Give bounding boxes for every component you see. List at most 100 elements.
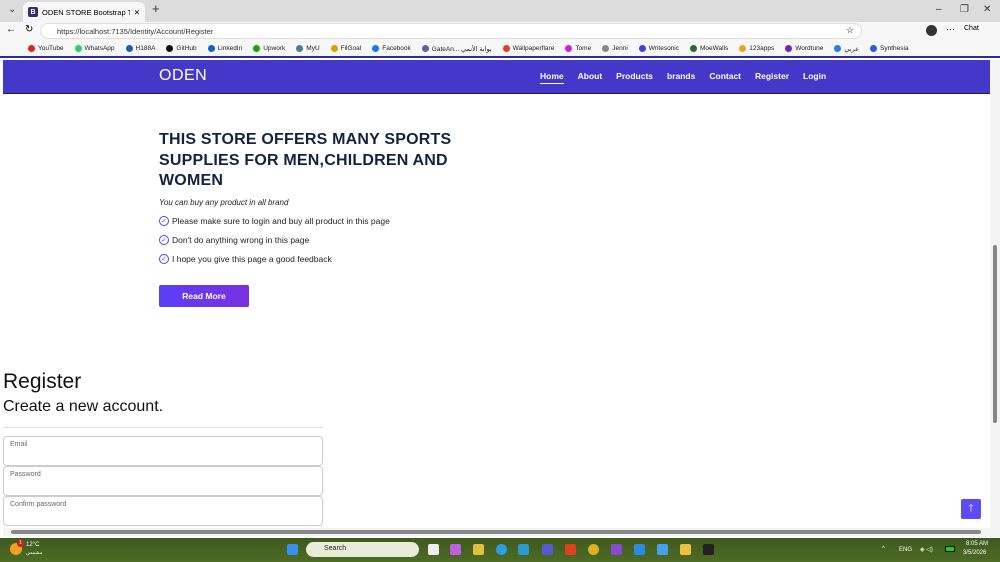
bookmark-icon [253,44,261,52]
phone-link-icon[interactable] [657,544,668,555]
bookmark-item[interactable]: Wordtune [785,44,824,53]
close-tab-icon[interactable]: ✕ [134,8,140,17]
back-to-top-button[interactable]: 🡑 [961,499,981,519]
file-explorer-icon[interactable] [680,544,691,555]
password-field[interactable]: Password [3,466,323,496]
check-circle-icon: ✓ [159,253,169,264]
copilot-icon[interactable] [450,544,461,555]
app-icon[interactable] [473,544,484,555]
language-indicator[interactable]: ENG [899,547,912,553]
bookmark-item[interactable]: WhatsApp [74,44,115,52]
chrome-icon[interactable] [588,544,599,555]
vscode-icon[interactable] [634,544,645,555]
register-title: Register [3,370,82,393]
email-field[interactable]: Email [3,436,323,466]
bookmark-label: LinkedIn [217,45,243,53]
weather-temp: 12°C [26,542,40,548]
bookmark-label: Wordtune [795,45,824,53]
read-more-button[interactable]: Read More [159,285,249,307]
profile-avatar[interactable] [926,25,937,36]
bookmark-label: Jenni [612,45,628,53]
bookmark-item[interactable]: GateAn... بوابة الأنمي [421,45,492,53]
browser-tab[interactable]: B ODEN STORE Bootstrap Template ✕ [23,2,145,22]
refresh-icon[interactable]: ↻ [25,24,33,35]
chat-button[interactable]: Chat [964,25,979,32]
bookmark-label: Synthesia [880,45,909,53]
nav-item-products[interactable]: Products [616,71,653,84]
hero-title: THIS STORE OFFERS MANY SPORTS SUPPLIES F… [159,131,452,189]
bookmark-item[interactable]: Jenni [602,44,628,53]
task-view-icon[interactable] [428,544,439,555]
edge-icon[interactable] [518,544,529,555]
bookmark-icon [690,44,697,52]
bookmark-item[interactable]: FilGoal [330,44,361,52]
clock-date[interactable]: 3/5/2026 [963,550,986,556]
bookmark-item[interactable]: GitHub [166,44,197,53]
bookmark-icon [602,44,610,52]
bookmark-label: YouTube [38,45,64,53]
back-icon[interactable]: ← [6,24,16,35]
nav-item-register[interactable]: Register [755,71,789,84]
bookmark-label: Wallpaperflare [512,45,555,53]
nav-item-home[interactable]: Home [540,71,564,84]
bookmark-item[interactable]: MoeWalls [690,44,728,52]
bookmark-icon [28,44,35,52]
new-tab-button[interactable]: + [152,1,160,16]
bookmark-item[interactable]: Tome [565,44,591,52]
confirm-password-field[interactable]: Confirm password [3,496,323,526]
bookmark-item[interactable]: MyU [296,44,320,52]
bookmark-label: GateAn... بوابة الأنمي [431,45,492,53]
restore-button[interactable]: ❐ [960,4,969,15]
url-input[interactable]: https://localhost:7135/Identity/Account/… [40,23,862,39]
horizontal-scrollbar[interactable] [3,528,990,536]
bookmark-item[interactable]: Upwork [253,44,285,52]
feature-text: I hope you give this page a good feedbac… [172,253,332,264]
horizontal-scroll-thumb[interactable] [11,530,981,534]
battery-icon[interactable] [945,546,955,552]
bookmark-label: GitHub [176,45,197,53]
clock-time[interactable]: 8:05 AM [966,541,988,547]
bookmark-icon [638,44,646,52]
bookmark-item[interactable]: عربي [834,45,859,53]
more-icon[interactable]: ⋯ [946,24,955,35]
tray-chevron-icon[interactable]: ^ [882,546,885,552]
bookmark-item[interactable]: Wallpaperflare [502,44,555,53]
visual-studio-icon[interactable] [611,544,622,555]
bookmark-item[interactable]: Synthesia [870,44,909,53]
tab-list-icon[interactable]: ⌄ [8,4,16,15]
bookmark-label: Writesonic [648,45,679,53]
close-window-button[interactable]: ✕ [983,4,991,15]
vertical-scroll-thumb[interactable] [993,245,997,423]
tab-title: ODEN STORE Bootstrap Template [42,7,130,17]
bookmark-item[interactable]: Facebook [372,44,411,52]
nav-item-contact[interactable]: Contact [709,71,741,84]
favorite-star-icon[interactable]: ☆ [846,25,854,36]
bookmark-item[interactable]: LinkedIn [207,44,243,53]
nav-item-brands[interactable]: brands [667,71,695,84]
bookmark-icon [421,45,429,53]
register-subtitle: Create a new account. [3,398,164,415]
bookmark-item[interactable]: Writesonic [638,44,679,53]
telegram-icon[interactable] [496,544,507,555]
bookmark-label: 123apps [749,45,775,53]
bookmark-item[interactable]: YouTube [28,44,64,53]
bookmark-item[interactable]: H188A [125,44,155,52]
nav-item-about[interactable]: About [578,71,603,84]
teams-icon[interactable] [542,544,553,555]
brand-logo[interactable]: ODEN [159,67,207,85]
bookmark-item[interactable]: 123apps [739,44,775,53]
feature-list-item: ✓ I hope you give this page a good feedba… [159,253,459,264]
nav-item-login[interactable]: Login [803,71,826,84]
vertical-scrollbar[interactable] [990,60,1000,538]
brave-icon[interactable] [565,544,576,555]
divider [3,427,323,428]
bookmark-icon [166,44,174,52]
minimize-button[interactable]: – [936,4,942,15]
windows-start-icon[interactable] [287,544,298,555]
taskbar-search[interactable]: Search [306,542,419,557]
wifi-icon[interactable]: ◈ ◁) [920,546,933,553]
nav-menu: Home About Products brands Contact Register Lo… [540,71,826,84]
hero-subtitle: You can buy any product in all brand [159,197,289,207]
feature-list-item: ✓ Please make sure to login and buy all p… [159,215,459,226]
terminal-icon[interactable] [703,544,714,555]
